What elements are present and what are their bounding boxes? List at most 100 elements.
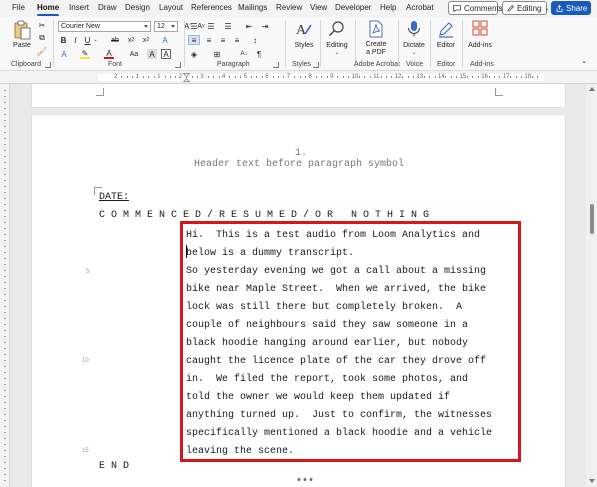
scissors-icon[interactable]: ✂	[37, 20, 47, 30]
text-effects-icon[interactable]: A	[59, 49, 69, 59]
tab-layout[interactable]: Layout	[159, 3, 183, 12]
scrollbar-thumb[interactable]	[590, 204, 594, 234]
vruler-tick	[4, 114, 6, 115]
tab-mailings[interactable]: Mailings	[238, 3, 267, 12]
ruler-tick	[488, 76, 490, 78]
change-case-icon[interactable]: Aa	[128, 49, 140, 59]
horizontal-ruler[interactable]: 2 1 1 2 3 4 5 6 7 8 9 10 11 12 13 14 15 16 17 18	[0, 71, 597, 84]
ruler-number: 1	[157, 74, 161, 80]
ruler-tick	[456, 76, 458, 78]
ruler-tick	[143, 76, 144, 78]
multilevel-list-icon[interactable]: ☰	[222, 21, 234, 31]
underline-icon[interactable]: U	[83, 35, 92, 45]
ruler-number: 16	[481, 74, 488, 80]
styles-button[interactable]: A Styles	[293, 20, 315, 50]
ruler-tick	[348, 76, 350, 78]
character-shading-icon[interactable]: A	[147, 49, 157, 59]
borders-icon[interactable]: ⊞	[211, 49, 223, 59]
editing-mode-button[interactable]: Editing ⌄	[502, 1, 550, 15]
divider	[285, 20, 286, 67]
addins-group-label: Add-ins	[470, 61, 494, 68]
ruler-tick	[359, 76, 360, 78]
editor-button[interactable]: Editor	[434, 20, 458, 50]
increase-indent-icon[interactable]: ⇥	[259, 21, 271, 31]
share-button[interactable]: Share ⌄	[551, 1, 595, 15]
scroll-up-icon[interactable]	[589, 87, 595, 91]
align-center-icon[interactable]: ≡	[203, 35, 215, 45]
clear-formatting-icon[interactable]: A	[160, 35, 170, 45]
ruler-tick	[445, 76, 447, 78]
vruler-tick	[4, 456, 6, 457]
collapse-ribbon-icon[interactable]: ⌄	[579, 57, 589, 65]
divider	[320, 20, 321, 67]
sort-icon[interactable]: A↓	[238, 49, 250, 59]
tab-draw[interactable]: Draw	[98, 3, 117, 12]
decrease-indent-icon[interactable]: ⇤	[243, 21, 255, 31]
copy-icon[interactable]: ⧉	[37, 33, 47, 43]
ruler-tick	[315, 76, 317, 78]
crop-mark	[495, 88, 503, 96]
ruler-tick	[218, 76, 220, 78]
end-label: E N D	[99, 461, 130, 472]
show-formatting-icon[interactable]: ¶	[253, 49, 265, 59]
ruler-tick	[434, 76, 436, 78]
tab-home[interactable]: Home	[37, 3, 60, 16]
tab-developer[interactable]: Developer	[335, 3, 371, 12]
tab-file[interactable]: File	[12, 3, 25, 12]
ruler-tick	[407, 76, 409, 78]
vertical-scrollbar[interactable]	[586, 84, 597, 487]
character-border-icon[interactable]: A	[161, 49, 171, 59]
font-size-combo[interactable]: 12	[154, 21, 178, 32]
editing-button[interactable]: Editing ⌄	[322, 20, 352, 56]
line-spacing-icon[interactable]: ↕	[249, 35, 261, 45]
ruler-tick	[234, 76, 236, 78]
scroll-down-icon[interactable]	[589, 479, 595, 483]
chevron-down-icon[interactable]: ⌄	[93, 35, 98, 45]
vertical-ruler[interactable]	[0, 84, 10, 487]
format-painter-icon[interactable]: 🖌	[37, 46, 47, 56]
font-launcher-icon[interactable]	[175, 62, 181, 68]
align-right-icon[interactable]: ≡	[217, 35, 229, 45]
styles-launcher-icon[interactable]	[313, 62, 319, 68]
date-label: DATE:	[99, 192, 130, 203]
menu-bar: File Home Insert Draw Design Layout Refe…	[0, 0, 597, 17]
italic-icon[interactable]: I	[71, 35, 80, 45]
create-pdf-button[interactable]: Create a PDF	[363, 20, 389, 57]
ruler-number: 7	[286, 74, 291, 80]
tab-insert[interactable]: Insert	[69, 3, 89, 12]
tab-references[interactable]: References	[191, 3, 232, 12]
addins-button[interactable]: Add-ins	[466, 20, 494, 50]
divider	[355, 20, 356, 67]
ruler-tick	[121, 76, 123, 78]
addins-label: Add-ins	[468, 42, 492, 49]
paragraph-launcher-icon[interactable]	[273, 62, 279, 68]
align-left-icon[interactable]: ≡	[188, 35, 200, 45]
styles-label: Styles	[294, 42, 314, 49]
subscript-icon[interactable]: x2	[126, 35, 136, 45]
font-name-combo[interactable]: Courier New	[58, 21, 151, 32]
tab-view[interactable]: View	[310, 3, 327, 12]
ruler-number: 9	[330, 74, 334, 80]
bold-icon[interactable]: B	[59, 35, 68, 45]
shading-icon[interactable]: ◈	[188, 49, 200, 59]
vruler-tick	[4, 210, 6, 211]
comments-button[interactable]: Comments	[448, 1, 503, 15]
clipboard-launcher-icon[interactable]	[45, 62, 51, 68]
font-color-icon[interactable]: A	[104, 49, 114, 59]
ruler-number: 8	[308, 74, 312, 80]
superscript-icon[interactable]: x2	[141, 35, 151, 45]
tab-help[interactable]: Help	[380, 3, 396, 12]
bullets-icon[interactable]: ☰	[188, 21, 200, 31]
tab-design[interactable]: Design	[125, 3, 150, 12]
paste-button[interactable]: Paste	[11, 20, 33, 50]
chevron-down-icon: ⌄	[334, 50, 340, 56]
dictate-button[interactable]: Dictate ⌄	[402, 20, 426, 56]
strikethrough-icon[interactable]: ab	[110, 35, 120, 45]
highlight-color-icon[interactable]: ✎	[80, 49, 90, 59]
tab-acrobat[interactable]: Acrobat	[406, 3, 434, 12]
dictate-label: Dictate	[403, 42, 425, 49]
vruler-tick	[4, 192, 6, 193]
tab-review[interactable]: Review	[276, 3, 302, 12]
numbering-icon[interactable]: ☰	[205, 21, 217, 31]
justify-icon[interactable]: ≡	[231, 35, 243, 45]
